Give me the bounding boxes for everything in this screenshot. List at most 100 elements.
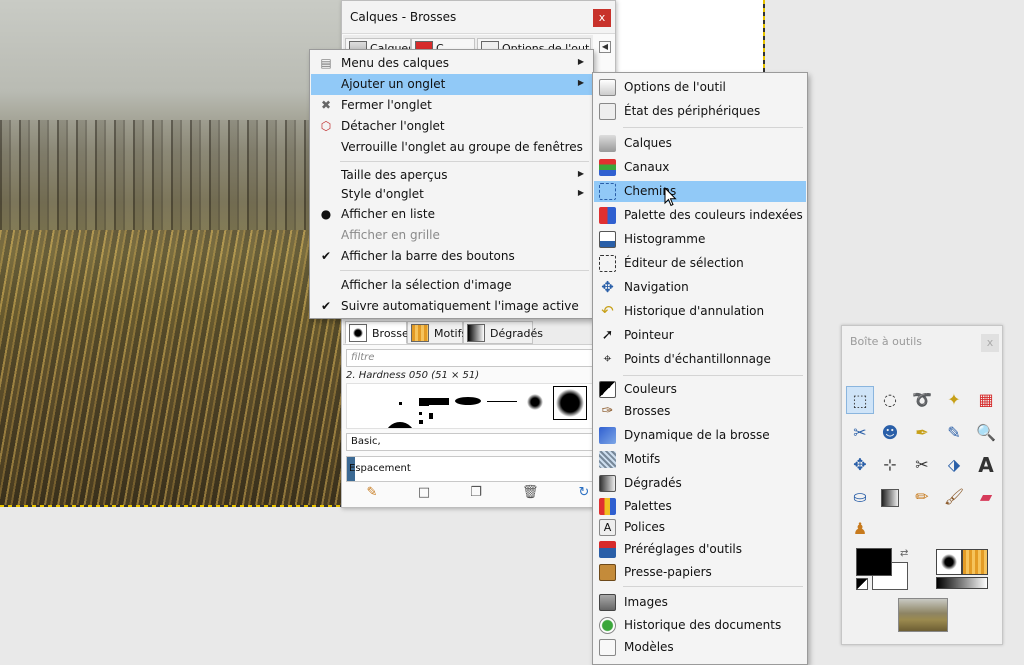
- rect-select-tool-icon[interactable]: ⬚: [846, 386, 874, 414]
- brush-preview[interactable]: [419, 398, 449, 405]
- submenu-item-brush-dynamics[interactable]: Dynamique de la brosse: [594, 425, 806, 446]
- scissors-tool-icon[interactable]: ✂: [846, 419, 874, 447]
- bucket-fill-tool-icon[interactable]: ⛀: [846, 483, 874, 511]
- paintbrush-tool-icon[interactable]: 🖌: [940, 483, 968, 511]
- brush-filter-input[interactable]: filtre: [346, 349, 594, 367]
- move-tool-icon[interactable]: ✥: [846, 451, 874, 479]
- text-tool-icon[interactable]: A: [972, 451, 1000, 479]
- menu-item-show-button-bar[interactable]: ✔ Afficher la barre des boutons: [311, 246, 592, 267]
- pencil-tool-icon[interactable]: ✏: [908, 483, 936, 511]
- colors-icon: [599, 381, 616, 398]
- menu-item-add-tab[interactable]: Ajouter un onglet ▶: [311, 74, 592, 95]
- eraser-tool-icon[interactable]: ▰: [972, 483, 1000, 511]
- menu-separator: [623, 127, 803, 128]
- tab-patterns[interactable]: Motifs: [407, 321, 467, 344]
- submenu-item-templates[interactable]: Modèles: [594, 637, 806, 658]
- submenu-item-navigation[interactable]: ✥ Navigation: [594, 277, 806, 298]
- submenu-item-brushes[interactable]: ✑ Brosses: [594, 401, 806, 422]
- submenu-item-layers[interactable]: Calques: [594, 133, 806, 154]
- submenu-item-images[interactable]: Images: [594, 592, 806, 613]
- clone-tool-icon[interactable]: ♟: [846, 515, 874, 543]
- brush-preview[interactable]: [553, 386, 587, 420]
- brush-preset-field[interactable]: Basic,: [346, 433, 594, 451]
- brush-preview[interactable]: [419, 412, 422, 415]
- unified-transform-tool-icon[interactable]: ⬗: [940, 451, 968, 479]
- image-canvas[interactable]: [0, 0, 342, 506]
- menu-item-auto-follow-image[interactable]: ✔ Suivre automatiquement l'image active: [311, 296, 592, 317]
- submenu-item-device-status[interactable]: État des périphériques: [594, 101, 806, 122]
- tab-brushes[interactable]: Brosses: [345, 321, 415, 344]
- document-history-icon: [599, 617, 616, 634]
- brush-preview[interactable]: [429, 413, 433, 419]
- navigation-icon: ✥: [601, 278, 614, 296]
- color-picker-tool-icon[interactable]: ✎: [940, 419, 968, 447]
- active-image-thumbnail[interactable]: [898, 598, 948, 632]
- submenu-item-colors[interactable]: Couleurs: [594, 379, 806, 400]
- brush-preview[interactable]: [419, 420, 423, 424]
- submenu-item-pointer[interactable]: ➚ Pointeur: [594, 325, 806, 346]
- submenu-item-channels[interactable]: Canaux: [594, 157, 806, 178]
- refresh-brushes-icon[interactable]: ↻: [576, 485, 592, 501]
- tab-gradients[interactable]: Dégradés: [463, 321, 543, 344]
- submenu-item-clipboard[interactable]: Presse-papiers: [594, 562, 806, 583]
- dock-title: Calques - Brosses: [342, 1, 615, 34]
- edit-brush-icon[interactable]: ✎: [364, 485, 380, 501]
- submenu-item-undo-history[interactable]: ↶ Historique d'annulation: [594, 301, 806, 322]
- submenu-item-selection-editor[interactable]: Éditeur de sélection: [594, 253, 806, 274]
- submenu-item-indexed-palette[interactable]: Palette des couleurs indexées: [594, 205, 806, 226]
- brush-preview[interactable]: [399, 402, 402, 405]
- foreground-select-tool-icon[interactable]: ☻: [876, 419, 904, 447]
- menu-item-lock-tab[interactable]: Verrouille l'onglet au groupe de fenêtre…: [311, 137, 592, 158]
- brush-preview[interactable]: [527, 394, 543, 410]
- active-brush-swatch[interactable]: [936, 549, 962, 575]
- menu-item-detach-tab[interactable]: ⬡ Détacher l'onglet: [311, 116, 592, 137]
- tool-options-icon: [599, 79, 616, 96]
- images-icon: [599, 594, 616, 611]
- dock-close-button[interactable]: x: [593, 9, 611, 27]
- brush-grid[interactable]: [346, 383, 594, 429]
- new-brush-icon[interactable]: □: [416, 485, 432, 501]
- toolbox-close-button[interactable]: x: [981, 334, 999, 352]
- menu-item-close-tab[interactable]: ✖ Fermer l'onglet: [311, 95, 592, 116]
- foreground-color-swatch[interactable]: [856, 548, 892, 576]
- crop-tool-icon[interactable]: ✂: [908, 451, 936, 479]
- close-tab-icon: ✖: [320, 98, 332, 112]
- menu-item-preview-size[interactable]: Taille des aperçus ▶: [311, 165, 592, 186]
- lasso-tool-icon[interactable]: ➰: [908, 386, 936, 414]
- fuzzy-select-tool-icon[interactable]: ✦: [940, 386, 968, 414]
- submenu-item-document-history[interactable]: Historique des documents: [594, 615, 806, 636]
- paths-tool-icon[interactable]: ✒: [908, 419, 936, 447]
- color-select-tool-icon[interactable]: ▦: [972, 386, 1000, 414]
- reset-colors-icon[interactable]: [856, 578, 868, 590]
- active-gradient-swatch[interactable]: [936, 577, 988, 589]
- active-pattern-swatch[interactable]: [962, 549, 988, 575]
- submenu-item-patterns[interactable]: Motifs: [594, 449, 806, 470]
- menu-item-show-image-selection[interactable]: Afficher la sélection d'image: [311, 275, 592, 296]
- menu-item-layers-menu[interactable]: ▤ Menu des calques ▶: [311, 53, 592, 74]
- submenu-item-tool-options[interactable]: Options de l'outil: [594, 77, 806, 98]
- submenu-item-histogram[interactable]: Histogramme: [594, 229, 806, 250]
- align-tool-icon[interactable]: ⊹: [876, 451, 904, 479]
- swap-colors-icon[interactable]: ⇄: [900, 548, 908, 559]
- delete-brush-icon[interactable]: 🗑: [522, 485, 539, 501]
- gradient-swatch-icon: [881, 488, 899, 507]
- ellipse-select-tool-icon[interactable]: ◌: [876, 386, 904, 414]
- tab-menu-button[interactable]: ◀: [599, 41, 611, 53]
- submenu-item-tool-presets[interactable]: Préréglages d'outils: [594, 539, 806, 560]
- brush-preview[interactable]: [487, 401, 517, 402]
- submenu-item-paths[interactable]: Chemins: [594, 181, 806, 202]
- gradient-tool-icon[interactable]: [876, 483, 904, 511]
- menu-item-view-as-list[interactable]: ● Afficher en liste: [311, 204, 592, 225]
- submenu-item-fonts[interactable]: A Polices: [594, 517, 806, 538]
- menu-item-view-as-grid[interactable]: Afficher en grille: [311, 225, 592, 246]
- spacing-slider[interactable]: Espacement 10: [346, 456, 616, 482]
- menu-item-tab-style[interactable]: Style d'onglet ▶: [311, 184, 592, 205]
- detach-tab-icon: ⬡: [320, 119, 332, 133]
- brush-preview[interactable]: [455, 397, 481, 405]
- brush-preview[interactable]: [385, 422, 415, 428]
- submenu-item-gradients[interactable]: Dégradés: [594, 473, 806, 494]
- zoom-tool-icon[interactable]: 🔍: [972, 419, 1000, 447]
- submenu-item-palettes[interactable]: Palettes: [594, 496, 806, 517]
- submenu-item-sample-points[interactable]: ⌖ Points d'échantillonnage: [594, 349, 806, 370]
- duplicate-brush-icon[interactable]: ❐: [468, 485, 484, 501]
